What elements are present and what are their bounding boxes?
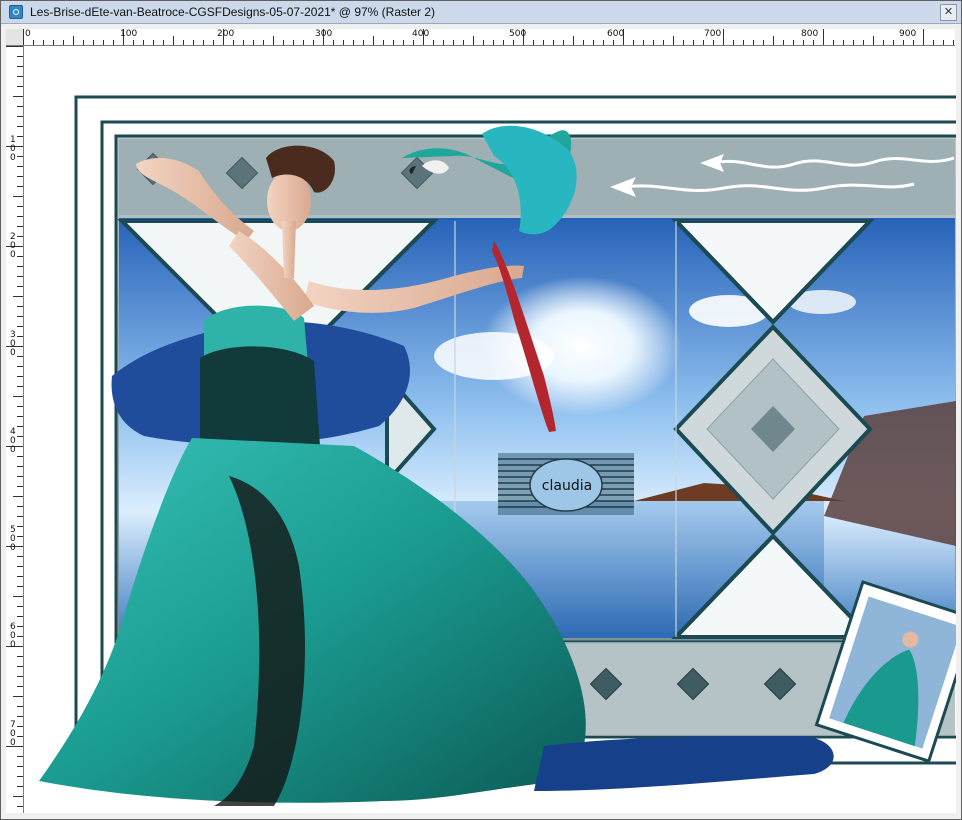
h-ruler-label: 100	[120, 29, 138, 39]
v-ruler-label: 5 0 0	[10, 525, 16, 553]
h-ruler-label: 400	[412, 29, 430, 39]
v-ruler-label: 1 0 0	[10, 135, 16, 163]
h-ruler-label: 200	[217, 29, 235, 39]
h-ruler-label: 700	[704, 29, 722, 39]
watermark: claudia	[498, 453, 634, 515]
app-icon	[9, 5, 23, 19]
artwork	[39, 95, 956, 806]
horizontal-ruler: 0 100 200 300 400 500 600 700 800 900	[23, 29, 955, 46]
watermark-text: claudia	[541, 478, 593, 494]
h-ruler-label: 300	[315, 29, 333, 39]
v-ruler-label: 2 0 0	[10, 232, 16, 260]
h-ruler-label: 800	[801, 29, 819, 39]
v-ruler-label: 7 0 0	[10, 720, 16, 748]
window-titlebar[interactable]: Les-Brise-dEte-van-Beatroce-CGSFDesigns-…	[1, 1, 961, 24]
v-ruler-label: 4 0 0	[10, 427, 16, 455]
h-ruler-label: 600	[607, 29, 625, 39]
image-canvas[interactable]: claudia	[24, 46, 956, 813]
ruler-corner	[6, 29, 24, 46]
close-icon[interactable]: ✕	[940, 4, 957, 21]
window-title: Les-Brise-dEte-van-Beatroce-CGSFDesigns-…	[30, 5, 436, 19]
image-window: Les-Brise-dEte-van-Beatroce-CGSFDesigns-…	[0, 0, 962, 820]
h-ruler-label: 900	[899, 29, 917, 39]
h-ruler-label: 500	[509, 29, 527, 39]
h-ruler-label: 0	[25, 29, 31, 39]
v-ruler-label: 6 0 0	[10, 622, 16, 650]
vertical-ruler: 1 0 0 2 0 0 3 0 0 4 0 0 5 0 0 6 0 0 7 0 …	[6, 46, 24, 813]
v-ruler-label: 3 0 0	[10, 330, 16, 358]
